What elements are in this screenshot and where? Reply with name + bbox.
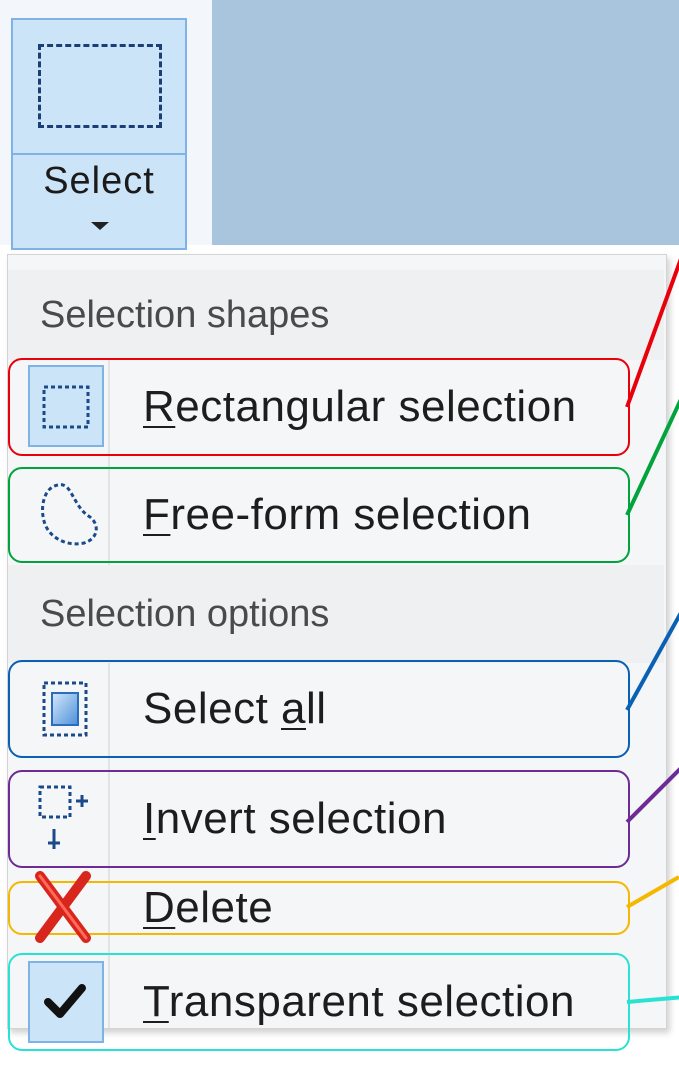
dropdown-arrow-icon[interactable]	[91, 222, 109, 230]
menu-item-freeform-selection[interactable]: Free-form selection	[8, 467, 630, 563]
section-header-selection-shapes: Selection shapes	[8, 270, 664, 360]
rectangle-select-icon	[26, 367, 106, 447]
select-dropdown-button[interactable]: Select	[11, 18, 187, 250]
button-divider	[13, 153, 185, 155]
menu-item-label: Invert selection	[143, 794, 447, 843]
rectangle-select-icon	[38, 44, 162, 128]
menu-item-select-all[interactable]: Select all	[8, 660, 630, 758]
menu-item-transparent-selection[interactable]: Transparent selection	[8, 953, 630, 1051]
menu-item-label: Transparent selection	[143, 977, 575, 1026]
menu-item-label: Select all	[143, 684, 327, 733]
canvas-background	[212, 0, 679, 245]
select-menu: Selection shapes Rectangular selection F…	[7, 254, 667, 1051]
menu-item-delete[interactable]: Delete	[8, 871, 630, 943]
menu-item-label: Delete	[143, 883, 274, 932]
invert-selection-icon	[26, 779, 106, 859]
menu-item-invert-selection[interactable]: Invert selection	[8, 770, 630, 868]
freeform-select-icon	[26, 475, 106, 555]
select-button-label: Select	[43, 160, 155, 202]
delete-icon	[26, 868, 106, 948]
section-header-selection-options: Selection options	[8, 565, 664, 663]
menu-item-rectangular-selection[interactable]: Rectangular selection	[8, 358, 630, 456]
select-all-icon	[26, 669, 106, 749]
checkmark-icon	[26, 962, 106, 1042]
menu-item-label: Free-form selection	[143, 490, 532, 539]
menu-item-label: Rectangular selection	[143, 382, 577, 431]
